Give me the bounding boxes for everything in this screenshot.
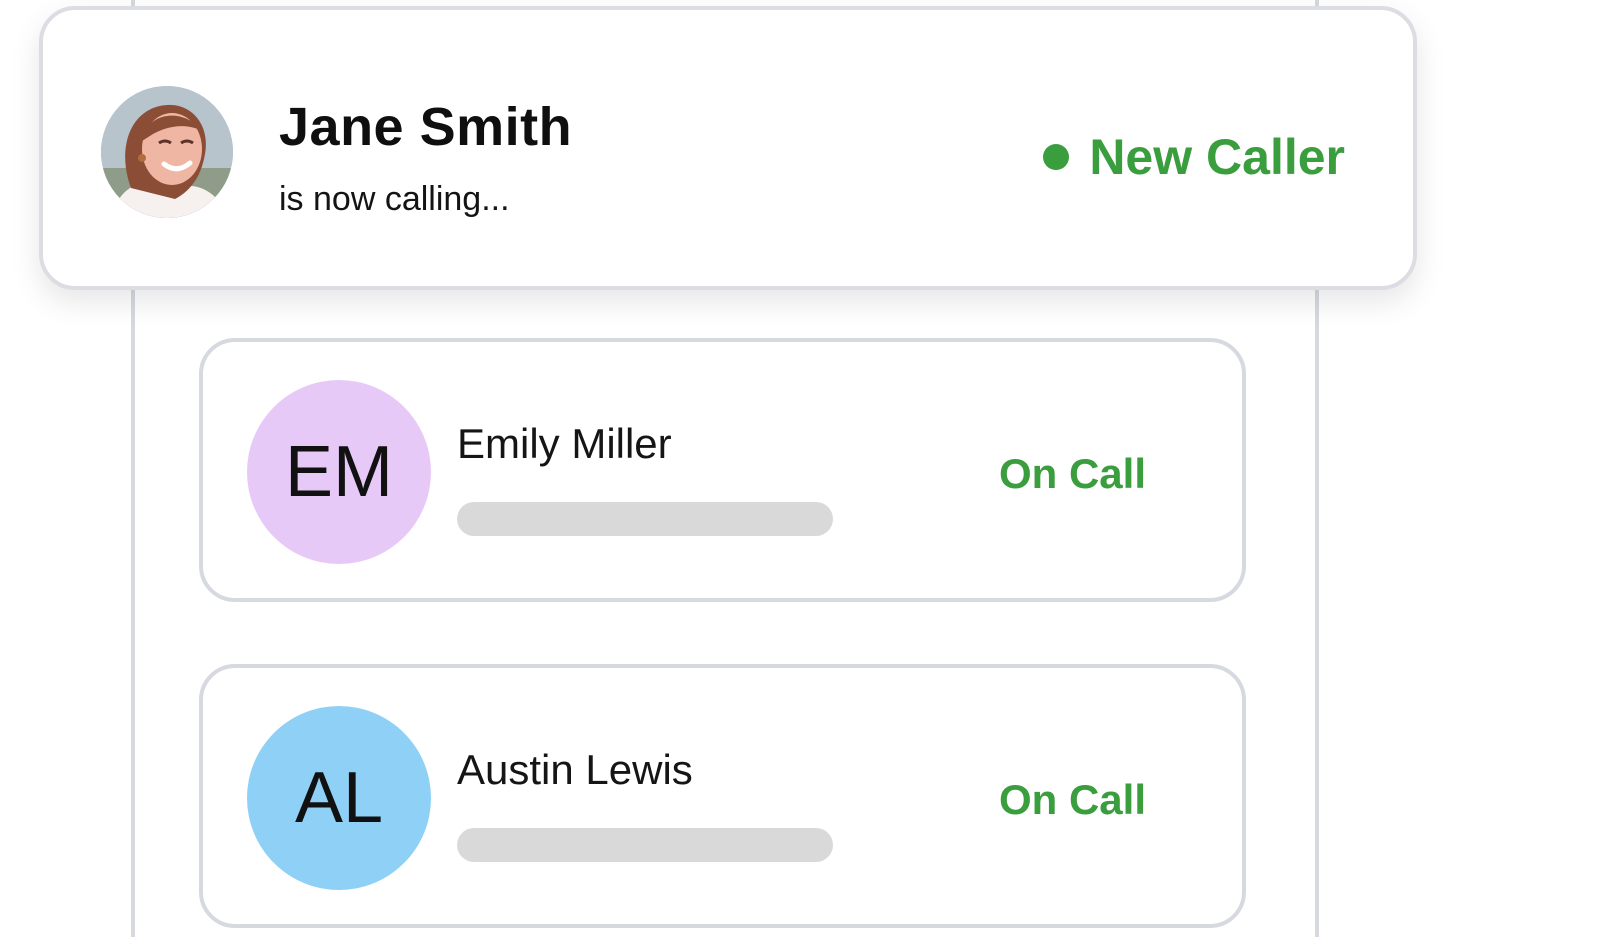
agent-detail-placeholder-bar	[457, 828, 833, 862]
incoming-call-card[interactable]: Jane Smith is now calling... New Caller	[39, 6, 1417, 290]
agent-status: On Call	[998, 450, 1146, 497]
new-caller-label: New Caller	[1089, 129, 1345, 185]
agent-initials: EM	[285, 432, 393, 512]
agent-card-austin-lewis[interactable]: AL Austin Lewis On Call	[199, 664, 1246, 928]
agent-avatar: AL	[247, 706, 431, 890]
agent-detail-placeholder-bar	[457, 502, 833, 536]
agent-initials: AL	[294, 758, 384, 838]
new-caller-badge: New Caller	[1043, 128, 1345, 186]
agent-status: On Call	[998, 776, 1146, 823]
agent-name: Emily Miller	[457, 420, 672, 467]
caller-photo-icon	[101, 86, 233, 218]
status-dot-icon	[1043, 144, 1070, 170]
calling-status-text: is now calling...	[279, 180, 510, 218]
agent-card-emily-miller[interactable]: EM Emily Miller On Call	[199, 338, 1246, 602]
agent-avatar: EM	[247, 380, 431, 564]
call-queue-screen: Jane Smith is now calling... New Caller …	[0, 0, 1600, 937]
agent-name: Austin Lewis	[457, 746, 693, 793]
caller-name: Jane Smith	[279, 97, 573, 157]
